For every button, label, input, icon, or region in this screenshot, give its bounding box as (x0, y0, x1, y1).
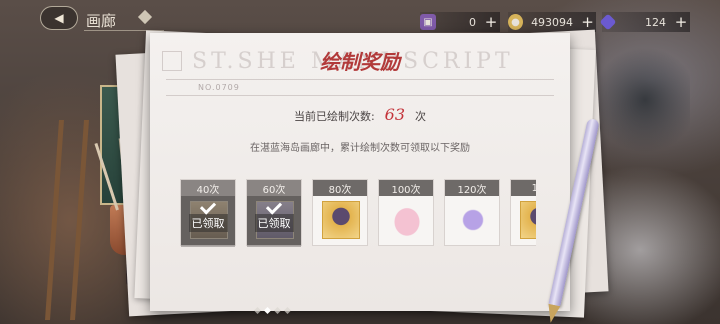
reward-count: 60次 (247, 180, 301, 196)
currency-value: 0 (469, 15, 476, 29)
serial-number: NO.0709 (198, 83, 240, 92)
avatar-portrait-icon (322, 201, 360, 239)
currency-ticket: ▣ 0 + (420, 12, 500, 32)
currency-coin: ● 493094 + (508, 12, 596, 32)
claimed-overlay: 已领取 (247, 196, 301, 247)
gem-icon (599, 13, 617, 31)
page-dot[interactable] (283, 306, 292, 315)
coin-icon: ● (508, 14, 524, 30)
reward-count: 120次 (445, 180, 499, 196)
reward-card-100[interactable]: 100次 (378, 179, 434, 246)
check-icon (265, 197, 283, 215)
reward-card-120[interactable]: 120次 (444, 179, 500, 246)
reward-list[interactable]: 40次 已领取 60次 已领取 80次 100次 120次 1 (180, 179, 536, 249)
reward-count: 80次 (313, 180, 367, 196)
reward-card-130[interactable]: 13 (510, 179, 536, 246)
page-dot[interactable] (273, 306, 282, 315)
page-dot[interactable] (253, 306, 262, 315)
count-unit: 次 (415, 110, 427, 123)
check-icon (199, 197, 217, 215)
reward-description: 在湛蓝海岛画廊中，累计绘制次数可领取以下奖励 (250, 143, 470, 154)
ticket-icon: ▣ (420, 14, 436, 30)
claimed-overlay: 已领取 (181, 196, 235, 247)
back-button[interactable]: ◀ (40, 6, 78, 30)
page-indicator (253, 306, 292, 315)
back-arrow-icon: ◀ (54, 11, 64, 25)
plant-decoration (600, 40, 690, 160)
gift-box-icon (388, 201, 426, 239)
butterfly-icon (454, 201, 492, 239)
draw-reward-panel: ST.SHE MANUSCRIPT 绘制奖励 NO.0709 当前已绘制次数: 6… (150, 33, 570, 311)
currency-value: 493094 (531, 15, 574, 29)
reward-count: 100次 (379, 180, 433, 196)
reward-card-40[interactable]: 40次 已领取 (180, 179, 236, 247)
reward-card-80[interactable]: 80次 (312, 179, 368, 246)
panel-title: 绘制奖励 (320, 50, 400, 74)
currency-value: 124 (645, 15, 666, 29)
reward-count: 13 (511, 180, 536, 196)
reward-count: 40次 (181, 180, 235, 196)
reward-card-60[interactable]: 60次 已领取 (246, 179, 302, 247)
add-coin-button[interactable]: + (579, 13, 596, 31)
page-title: 画廊 (86, 12, 117, 30)
divider (166, 95, 554, 96)
diamond-icon (137, 9, 153, 25)
currency-gem: 124 + (599, 12, 690, 32)
easel-decoration (45, 120, 89, 320)
draw-count-line: 当前已绘制次数: 63 次 (150, 105, 570, 124)
count-value: 63 (384, 105, 406, 124)
page-dot-active[interactable] (263, 306, 272, 315)
add-ticket-button[interactable]: + (482, 13, 500, 31)
add-gem-button[interactable]: + (672, 13, 690, 31)
avatar-portrait-icon (520, 201, 536, 239)
claimed-label: 已领取 (188, 213, 228, 232)
count-label: 当前已绘制次数: (293, 110, 375, 123)
divider (166, 79, 554, 80)
claimed-label: 已领取 (254, 213, 294, 232)
